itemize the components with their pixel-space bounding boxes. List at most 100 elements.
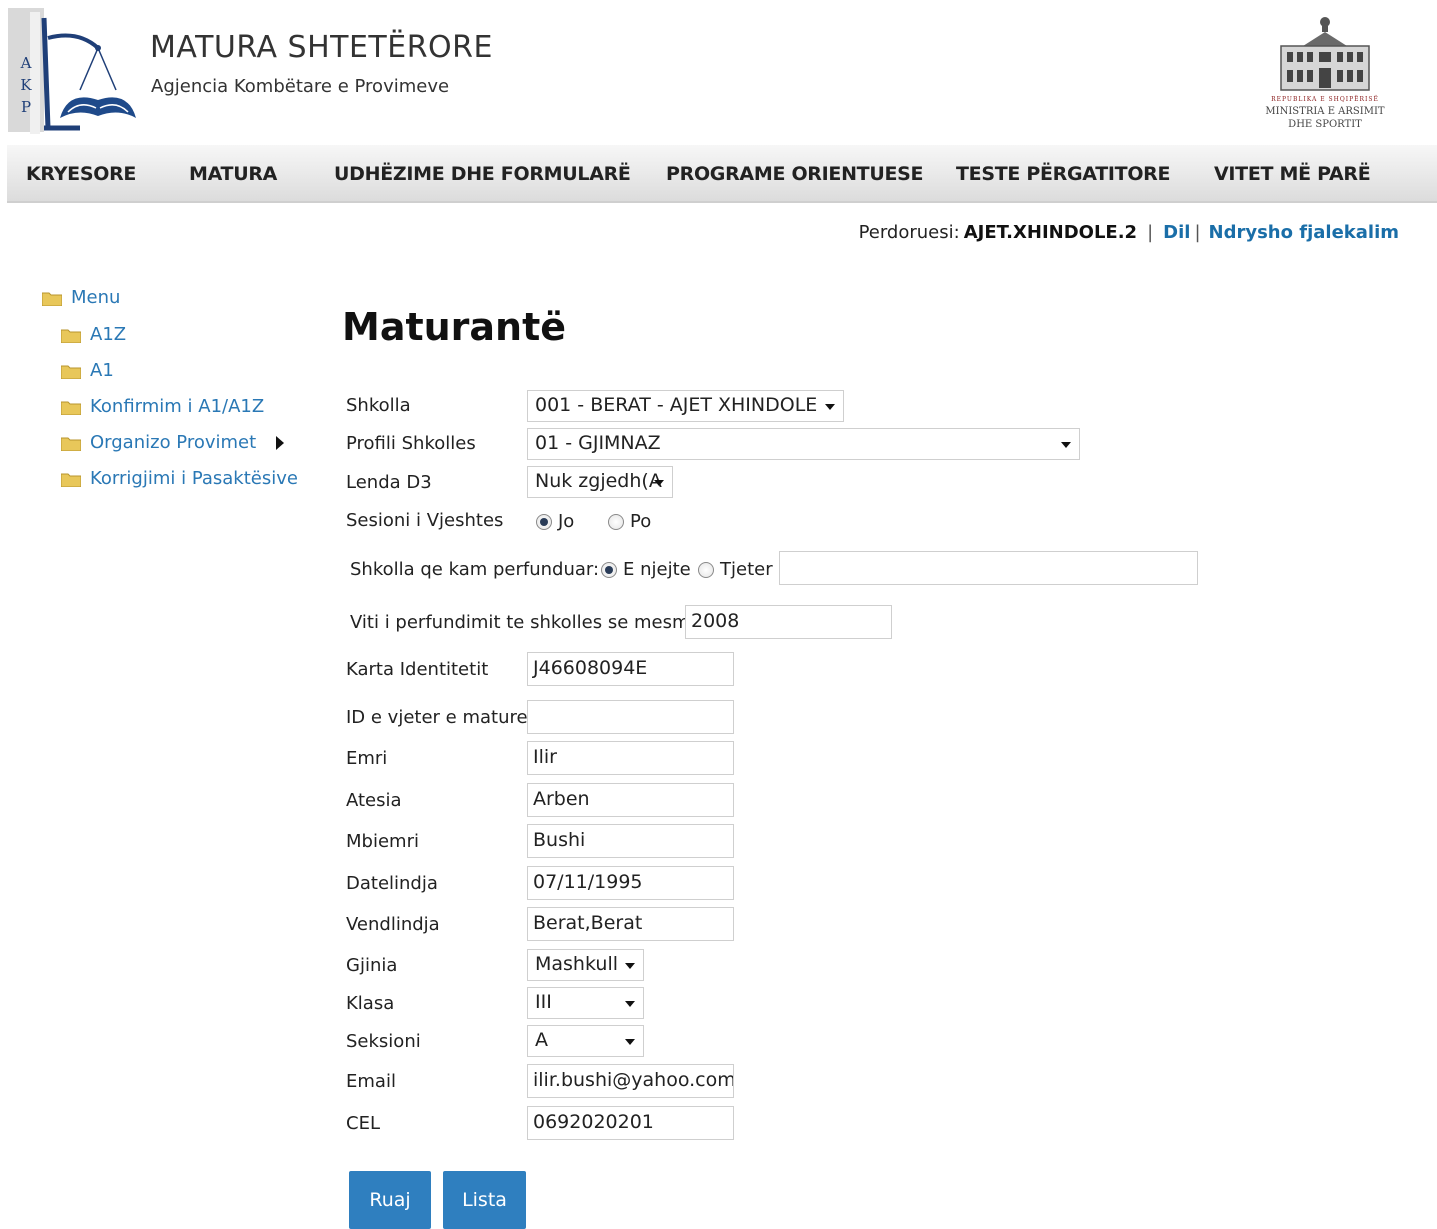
birthplace-input[interactable]: Berat,Berat [527,907,734,941]
akp-logo: A K P [8,8,138,136]
gender-value: Mashkull [535,953,618,975]
sidebar-root-menu[interactable]: Menu [41,287,121,308]
old-id-input[interactable] [527,700,734,734]
sidebar-root-label: Menu [71,287,121,308]
phone-label: CEL [346,1113,380,1134]
sidebar-item-a1z[interactable]: A1Z [60,324,127,345]
nav-programe[interactable]: PROGRAME ORIENTUESE [666,163,924,185]
subject-label: Lenda D3 [346,472,432,493]
folder-icon [60,363,82,380]
user-separator: | [1147,222,1154,243]
list-button[interactable]: Lista [443,1171,526,1229]
logo-letter-a: A [20,54,32,72]
section-select[interactable]: A [527,1025,644,1057]
sidebar-item-label: Konfirmim i A1/A1Z [90,396,265,417]
grad-year-input[interactable]: 2008 [685,605,892,639]
radio-icon [698,561,714,578]
sidebar-item-label: A1 [90,360,114,381]
profile-select[interactable]: 01 - GJIMNAZ [527,428,1080,460]
finished-other-label: Tjeter [720,559,773,580]
sidebar-item-label: A1Z [90,324,127,345]
grad-year-label: Viti i perfundimit te shkolles se mesme: [350,612,707,633]
chevron-down-icon [625,1001,635,1007]
sidebar-item-a1[interactable]: A1 [60,360,114,381]
logout-separator: | [1194,222,1201,243]
sidebar-item-label: Organizo Provimet [90,432,257,453]
subject-select[interactable]: Nuk zgjedh(A [527,466,673,498]
folder-icon [60,435,82,452]
last-name-input[interactable]: Bushi [527,824,734,858]
birthdate-input[interactable]: 07/11/1995 [527,866,734,900]
finished-other-radio[interactable]: Tjeter [698,559,773,580]
username: AJET.XHINDOLE.2 [963,222,1138,243]
school-select[interactable]: 001 - BERAT - AJET XHINDOLE [527,390,844,422]
finished-school-label: Shkolla qe kam perfunduar: [350,559,600,580]
folder-icon [41,290,63,307]
gender-select[interactable]: Mashkull [527,949,644,981]
email-label: Email [346,1071,396,1092]
sidebar-item-organizo[interactable]: Organizo Provimet [60,432,285,453]
site-title: MATURA SHTETËRORE [150,30,493,65]
birthplace-label: Vendlindja [346,914,440,935]
folder-icon [60,471,82,488]
sidebar-item-label: Korrigjimi i Pasaktësive [90,468,298,489]
nav-udhezime[interactable]: UDHËZIME DHE FORMULARË [334,163,631,185]
chevron-down-icon [625,1039,635,1045]
radio-selected-icon [536,513,552,530]
nav-teste[interactable]: TESTE PËRGATITORE [956,163,1171,185]
sidebar-item-konfirmim[interactable]: Konfirmim i A1/A1Z [60,396,265,417]
nav-kryesore[interactable]: KRYESORE [26,163,136,185]
folder-icon [60,327,82,344]
section-label: Seksioni [346,1031,421,1052]
class-select[interactable]: III [527,987,644,1019]
main-nav: KRYESORE MATURA UDHËZIME DHE FORMULARË P… [7,145,1437,203]
radio-icon [608,513,624,530]
logo-letter-k: K [20,76,32,94]
nav-matura[interactable]: MATURA [189,163,277,185]
sidebar-item-korrigjimi[interactable]: Korrigjimi i Pasaktësive [60,468,298,489]
autumn-yes-radio[interactable]: Po [608,511,651,532]
autumn-yes-label: Po [630,511,652,532]
submenu-arrow-icon [276,435,285,450]
email-input[interactable]: ilir.bushi@yahoo.com [527,1064,734,1098]
finished-same-label: E njejte [623,559,691,580]
other-school-input[interactable] [779,551,1198,585]
ministry-logo: REPUBLIKA E SHQIPËRISË MINISTRIA E ARSIM… [1250,16,1400,140]
user-label: Perdoruesi: [858,222,960,243]
id-card-label: Karta Identitetit [346,659,489,680]
father-name-label: Atesia [346,790,402,811]
id-card-input[interactable]: J46608094E [527,652,734,686]
old-id-label: ID e vjeter e matures [346,707,537,728]
father-name-input[interactable]: Arben [527,783,734,817]
chevron-down-icon [625,963,635,969]
school-value: 001 - BERAT - AJET XHINDOLE [535,394,818,416]
section-value: A [535,1029,548,1051]
finished-same-radio[interactable]: E njejte [601,559,691,580]
first-name-input[interactable]: Ilir [527,741,734,775]
logo-letter-p: P [21,98,31,116]
change-password-link[interactable]: Ndrysho fjalekalim [1209,222,1399,243]
page-title: Maturantë [342,305,567,349]
autumn-no-radio[interactable]: Jo [536,511,574,532]
first-name-label: Emri [346,748,388,769]
chevron-down-icon [654,480,664,486]
save-button[interactable]: Ruaj [349,1171,431,1229]
profile-value: 01 - GJIMNAZ [535,432,661,454]
chevron-down-icon [1061,442,1071,448]
user-bar: Perdoruesi: AJET.XHINDOLE.2 | Dil | Ndrysho f… [859,222,1399,243]
folder-icon [60,399,82,416]
last-name-label: Mbiemri [346,831,419,852]
ministry-building-icon [1280,17,1370,91]
birthdate-label: Datelindja [346,873,438,894]
site-subtitle: Agjencia Kombëtare e Provimeve [151,76,450,97]
class-label: Klasa [346,993,395,1014]
radio-selected-icon [601,561,617,578]
logout-link[interactable]: Dil [1163,222,1190,243]
chevron-down-icon [825,404,835,410]
class-value: III [535,991,552,1013]
school-label: Shkolla [346,395,411,416]
gender-label: Gjinia [346,955,398,976]
phone-input[interactable]: 0692020201 [527,1106,734,1140]
nav-vitet[interactable]: VITET MË PARË [1214,163,1371,185]
autumn-no-label: Jo [558,511,575,532]
